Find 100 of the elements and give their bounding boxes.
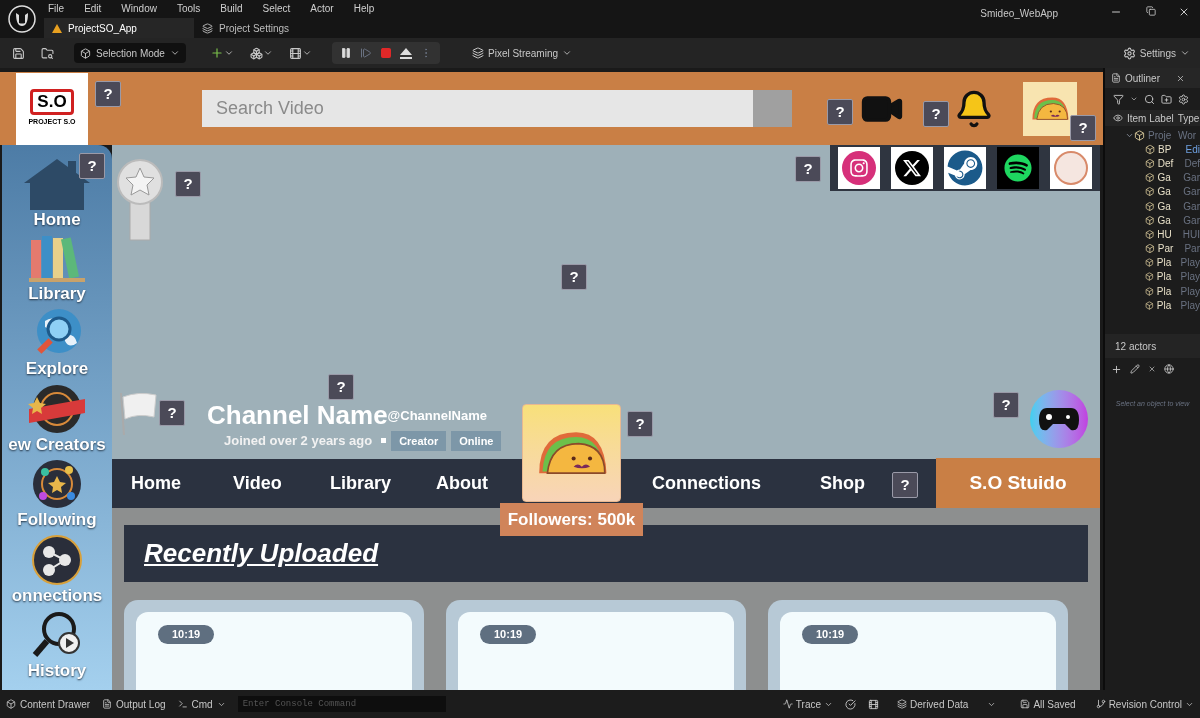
outliner-row[interactable]: Def Def xyxy=(1105,156,1200,171)
add-actor-icon[interactable] xyxy=(210,46,224,60)
outliner-row[interactable]: Ga Gar xyxy=(1105,213,1200,228)
notification-bell-icon[interactable] xyxy=(954,88,994,129)
menu-item[interactable]: Select xyxy=(262,0,291,16)
search-field[interactable]: Search Video xyxy=(202,90,753,127)
save-icon[interactable] xyxy=(12,46,25,60)
add-icon[interactable] xyxy=(1111,363,1122,375)
stop-icon[interactable] xyxy=(380,47,392,59)
menu-item[interactable]: Help xyxy=(353,0,375,16)
x-logo-icon[interactable] xyxy=(891,147,933,189)
outliner-row[interactable]: HU HUI xyxy=(1105,227,1200,242)
column-header[interactable]: Type xyxy=(1177,110,1200,126)
menu-item[interactable]: Build xyxy=(220,0,243,16)
save-status[interactable]: All Saved xyxy=(1020,696,1076,712)
world-icon[interactable] xyxy=(1164,364,1174,374)
play-controls[interactable] xyxy=(332,42,440,64)
status-button[interactable]: Output Log xyxy=(102,696,166,712)
revision-control-dropdown[interactable]: Revision Control xyxy=(1095,696,1194,712)
steam-icon[interactable] xyxy=(944,147,986,189)
help-button[interactable]: ? xyxy=(561,264,587,290)
nav-link[interactable]: Library xyxy=(330,473,392,493)
filter-icon[interactable] xyxy=(1113,93,1124,105)
outliner-row[interactable]: Ga Gar xyxy=(1105,198,1200,214)
restore-icon[interactable] xyxy=(1146,6,1156,16)
browse-icon[interactable] xyxy=(41,46,54,60)
document-tab[interactable]: Project Settings xyxy=(194,18,298,38)
video-card[interactable]: 10:19 xyxy=(768,600,1068,690)
console-input[interactable]: Enter Console Command xyxy=(237,696,446,712)
outliner-row[interactable]: Ga Gar xyxy=(1105,170,1200,185)
close-icon[interactable] xyxy=(1148,365,1156,373)
search-icon[interactable] xyxy=(1144,93,1155,105)
close-icon[interactable] xyxy=(1178,6,1190,18)
nav-link[interactable]: Connections xyxy=(652,473,761,493)
trace-dropdown[interactable]: Trace xyxy=(782,696,833,712)
step-icon[interactable] xyxy=(360,47,372,59)
item-type: Wor xyxy=(1178,128,1197,143)
nav-link[interactable]: Home xyxy=(131,473,181,493)
nav-link[interactable]: Shop xyxy=(820,473,865,493)
help-button[interactable]: ? xyxy=(328,374,354,400)
help-button[interactable]: ? xyxy=(993,392,1019,418)
spotify-icon[interactable] xyxy=(997,147,1039,189)
menu-item[interactable]: Actor xyxy=(310,0,334,16)
help-button[interactable]: ? xyxy=(1070,115,1096,141)
menu-item[interactable]: Tools xyxy=(176,0,201,16)
nav-link[interactable]: Video xyxy=(233,473,282,493)
outliner-row[interactable]: Ga Gar xyxy=(1105,184,1200,199)
item-type: Gar xyxy=(1183,185,1200,200)
pixel-streaming-dropdown[interactable]: Pixel Streaming xyxy=(472,45,573,61)
close-icon[interactable] xyxy=(1176,73,1185,83)
help-button[interactable]: ? xyxy=(175,171,201,197)
outliner-row[interactable]: Pla Play xyxy=(1105,269,1200,285)
derived-data-dropdown[interactable]: Derived Data xyxy=(897,696,997,712)
outliner-row[interactable]: Pla Play xyxy=(1105,255,1200,270)
video-card[interactable]: 10:19 xyxy=(446,600,746,690)
instagram-icon[interactable] xyxy=(838,147,880,189)
help-button[interactable]: ? xyxy=(627,411,653,437)
item-type: HUI xyxy=(1182,227,1200,242)
level-icon xyxy=(52,23,62,33)
round-badge-icon[interactable] xyxy=(1050,147,1092,189)
video-card[interactable]: 10:19 xyxy=(124,600,424,690)
settings-icon[interactable] xyxy=(1178,93,1189,105)
visibility-icon[interactable] xyxy=(1113,113,1123,123)
actor-icon xyxy=(1145,172,1155,184)
outliner-row[interactable]: Par Par xyxy=(1105,241,1200,256)
help-button[interactable]: ? xyxy=(79,153,105,179)
add-folder-icon[interactable] xyxy=(1161,93,1172,105)
selection-mode-dropdown[interactable]: Selection Mode xyxy=(74,43,186,63)
engine-logo-icon[interactable] xyxy=(7,4,37,34)
gamepad-icon xyxy=(1039,406,1079,432)
actor-icon xyxy=(1145,157,1155,169)
cinematics-icon[interactable] xyxy=(289,46,302,60)
help-button[interactable]: ? xyxy=(892,472,918,498)
channel-handle: @ChannelName xyxy=(387,408,487,423)
help-button[interactable]: ? xyxy=(923,101,949,127)
nav-link[interactable]: About xyxy=(436,473,488,493)
menu-item[interactable]: File xyxy=(48,0,65,16)
status-button[interactable]: Cmd xyxy=(177,696,226,712)
document-tab[interactable]: ProjectSO_App xyxy=(44,18,194,38)
status-button[interactable]: Content Drawer xyxy=(6,696,91,712)
pause-icon[interactable] xyxy=(340,47,352,59)
menu-item[interactable]: Window xyxy=(121,0,157,16)
help-button[interactable]: ? xyxy=(827,99,853,125)
settings-dropdown[interactable]: Settings xyxy=(1122,45,1190,61)
outliner-row[interactable]: Proje Wor xyxy=(1105,128,1200,143)
join-date: Joined over 2 years ago xyxy=(224,432,373,450)
eject-icon[interactable] xyxy=(400,47,412,59)
profile-avatar[interactable] xyxy=(1023,81,1077,136)
item-type: Play xyxy=(1180,256,1200,271)
help-button[interactable]: ? xyxy=(95,81,121,107)
menu-item[interactable]: Edit xyxy=(84,0,102,16)
help-button[interactable]: ? xyxy=(795,156,821,182)
details-icon[interactable] xyxy=(1130,364,1140,374)
actor-icon xyxy=(1145,243,1155,255)
outliner-row[interactable]: Pla Play xyxy=(1105,298,1200,313)
column-header[interactable]: Item Label xyxy=(1127,110,1174,126)
outliner-row[interactable]: BP Edi xyxy=(1105,142,1200,157)
outliner-row[interactable]: Pla Play xyxy=(1105,284,1200,299)
item-label: Pla xyxy=(1156,284,1173,299)
help-button[interactable]: ? xyxy=(159,400,185,426)
